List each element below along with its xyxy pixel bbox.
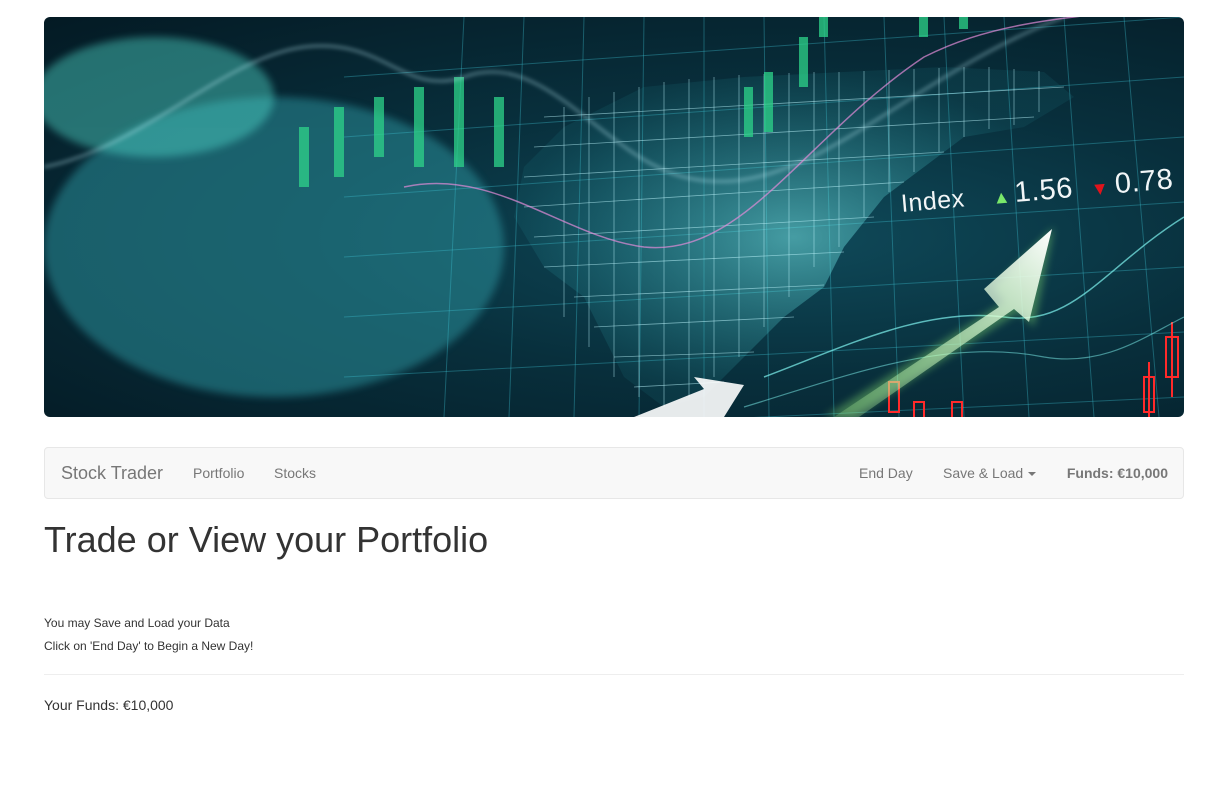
save-load-dropdown[interactable]: Save & Load: [943, 465, 1037, 481]
nav-link-stocks[interactable]: Stocks: [274, 465, 316, 481]
save-load-label: Save & Load: [943, 465, 1024, 481]
triangle-down-icon: ▼: [1090, 177, 1111, 200]
index-up-value: 1.56: [1013, 172, 1075, 210]
top-navbar: Stock Trader Portfolio Stocks End Day Sa…: [44, 447, 1184, 499]
page-title: Trade or View your Portfolio: [44, 519, 489, 560]
caret-down-icon: [1028, 472, 1037, 477]
info-save-load: You may Save and Load your Data: [44, 616, 230, 630]
page-container: Index ▲1.56 ▼ 0.78 Stock Trader Portfolio S…: [44, 17, 1184, 713]
navbar-brand[interactable]: Stock Trader: [61, 463, 163, 484]
your-funds-text: Your Funds: €10,000: [44, 697, 174, 713]
nav-link-portfolio[interactable]: Portfolio: [193, 465, 244, 481]
triangle-up-icon: ▲: [991, 186, 1012, 208]
info-end-day: Click on 'End Day' to Begin a New Day!: [44, 639, 254, 653]
index-label: Index: [899, 184, 966, 218]
navbar-funds: Funds: €10,000: [1066, 465, 1168, 481]
stock-market-illustration: [44, 17, 1184, 417]
index-down-value: 0.78: [1113, 163, 1175, 201]
hero-banner-image: Index ▲1.56 ▼ 0.78: [44, 17, 1184, 417]
content-divider: [44, 674, 1184, 675]
end-day-button[interactable]: End Day: [859, 465, 913, 481]
